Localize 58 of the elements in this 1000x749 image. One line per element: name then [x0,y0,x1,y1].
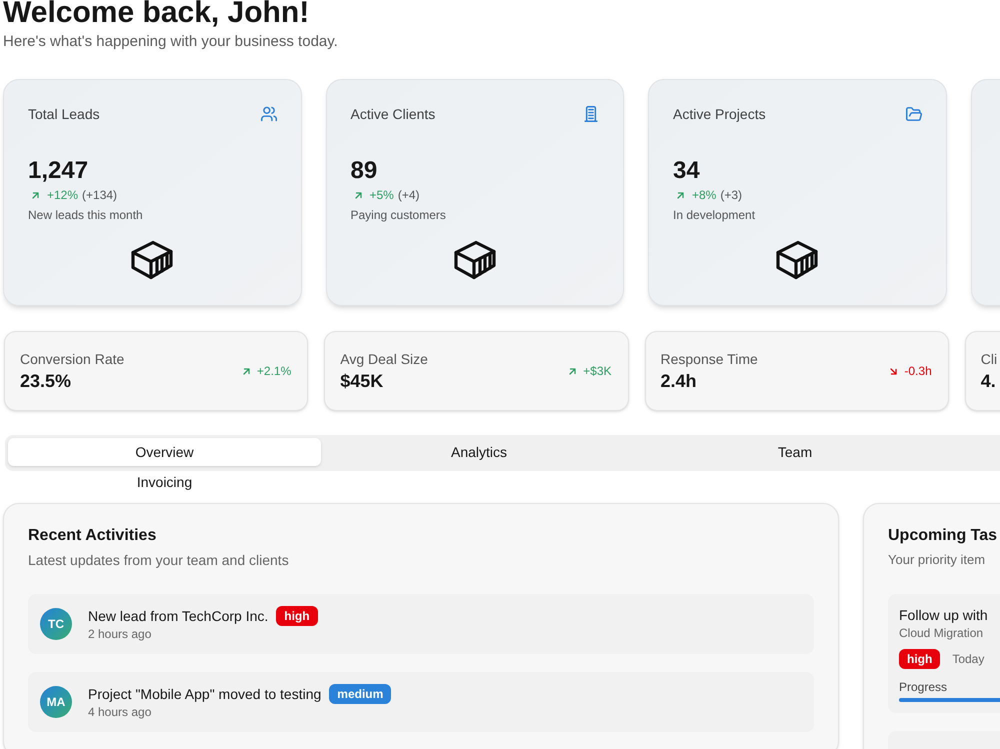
stat-value: 1,247 [28,156,90,186]
card-subtitle: Latest updates from your team and clients [28,551,290,570]
tab[interactable]: Overview [8,438,321,466]
metric-title: Avg Deal Size [340,350,428,369]
stat-value: 34 [673,156,701,186]
activity-text: Project "Mobile App" moved to testing [88,685,322,704]
metric-value: $45K [340,370,384,393]
change-detail: (+3) [720,187,742,203]
page-subtitle: Here's what's happening with your business today. [3,32,339,52]
priority-badge: medium [329,684,392,704]
crate-icon [775,238,820,282]
priority-badge: high [899,649,940,669]
stat-caption: In development [673,207,756,223]
stat-title: Active Projects [673,105,766,124]
change-value: +5% [370,187,394,203]
change-detail: (+134) [82,187,118,203]
task-project: Cloud Migration [899,625,984,641]
metric-value: 2.4h [660,370,698,393]
stat-caption: Paying customers [350,207,447,223]
change-detail: (+4) [398,187,420,203]
avatar: MA [40,686,72,718]
stat-caption: New leads this month [28,207,144,223]
activity-text: New lead from TechCorp Inc. [88,607,268,626]
tab[interactable]: Invoicing [8,468,321,496]
metric-title: Response Time [660,350,758,369]
users-icon [260,106,276,122]
metric-value: 23.5% [20,370,72,393]
activity-item[interactable]: TC New lead from TechCorp Inc. high 2 hours ago [28,594,814,654]
task-item[interactable]: Follow up with Cloud Migration high Today Progress [888,594,1000,713]
change-value: +12% [47,187,78,203]
card-title: Upcoming Tas [888,526,998,546]
change-value: +$3K [583,363,612,379]
crate-icon [452,238,497,282]
activity-item[interactable]: MA Project "Mobile App" moved to testing medium 4 hours ago [28,672,814,732]
page-title: Welcome back, John! [3,0,310,31]
card-subtitle: Your priority item [888,551,986,569]
task-title: Follow up with [899,606,989,625]
change-value: +8% [692,187,716,203]
activity-time: 4 hours ago [88,704,152,720]
change-value: -0.3h [904,363,932,379]
stat-value: 89 [350,156,378,186]
progress-label: Progress [899,679,948,695]
metric-title: Conversion Rate [20,350,124,369]
priority-badge: high [276,606,318,626]
stat-title: Total Leads [28,105,100,124]
activity-time: 2 hours ago [88,626,152,642]
crate-icon [130,238,174,282]
tab[interactable]: Analytics [321,438,637,466]
avatar: TC [40,608,72,640]
metric-title: Cli [980,350,998,369]
card-title: Recent Activities [28,526,158,546]
metric-value: 4. [980,370,997,393]
task-due: Today [952,651,984,667]
folder-icon [906,106,922,122]
building-icon [583,106,599,122]
tab[interactable]: Team [637,438,953,466]
change-value: +2.1% [256,363,292,379]
stat-title: Active Clients [350,105,436,124]
